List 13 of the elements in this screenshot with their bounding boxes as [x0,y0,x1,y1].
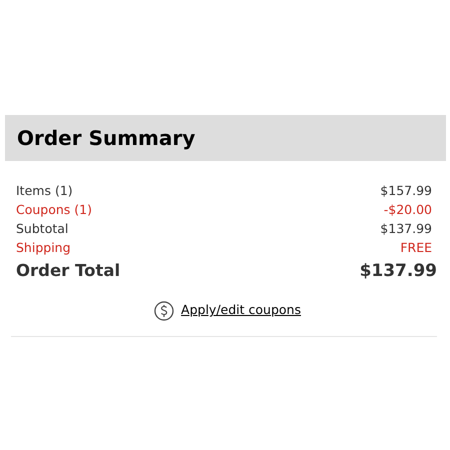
line-label: Coupons (1) [16,201,92,219]
line-amount: $137.99 [380,220,432,238]
line-amount: -$20.00 [384,201,432,219]
line-amount: FREE [400,239,432,257]
coupon-link[interactable]: Apply/edit coupons [181,301,301,320]
line-label: Shipping [16,239,71,257]
line-label: Subtotal [16,220,68,238]
dollar-icon [154,300,174,320]
line-amount: $157.99 [380,182,432,200]
summary-title: Order Summary [17,125,196,152]
line-label: Items (1) [16,182,73,200]
total-label: Order Total [16,260,120,282]
total-amount: $137.99 [360,260,437,283]
